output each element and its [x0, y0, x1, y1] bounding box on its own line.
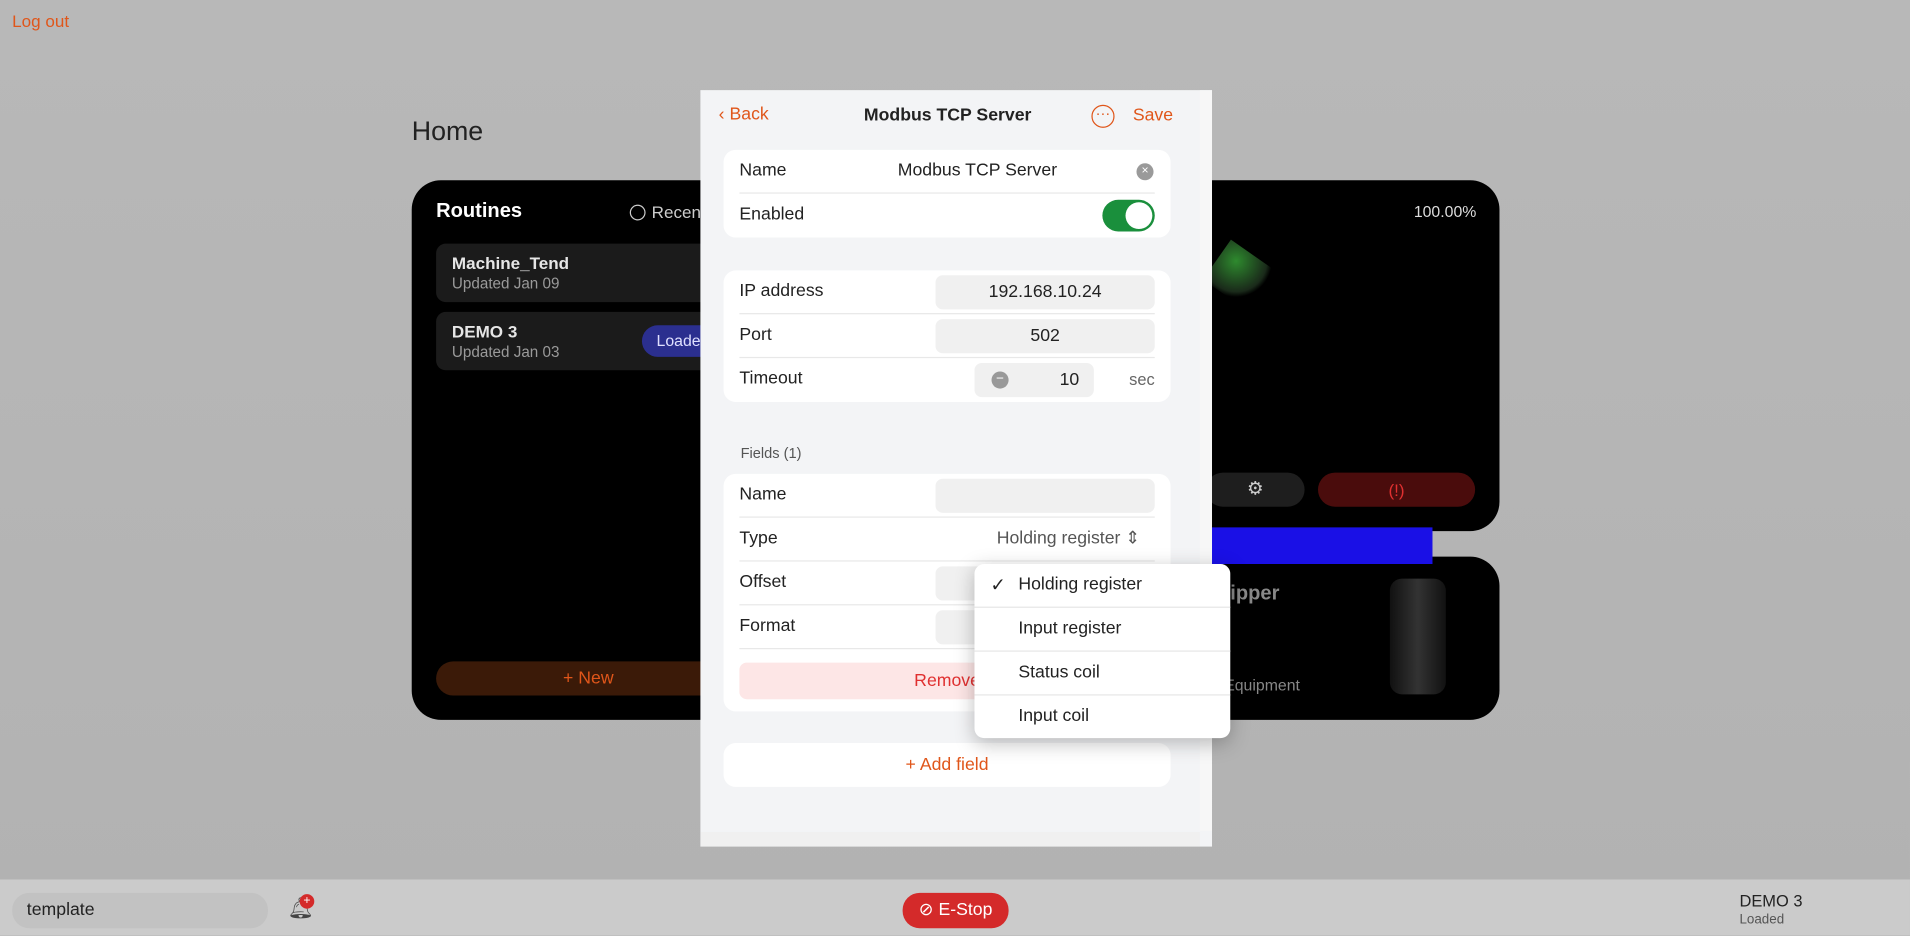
panel-title: Modbus TCP Server [863, 105, 1032, 126]
gripper-image [1389, 578, 1446, 695]
filter-icon [629, 204, 646, 221]
more-icon[interactable]: ··· [1091, 104, 1115, 128]
stop-icon: ⊘ [918, 900, 939, 920]
connection-group: IP address 192.168.10.24 Port 502 Timeout … [723, 270, 1171, 402]
check-icon: ✓ [990, 574, 1006, 596]
type-select[interactable]: Holding register ⇕ [997, 529, 1140, 548]
estop-button[interactable]: ⊘ E-Stop [902, 892, 1009, 929]
horizontal-scrollbar[interactable] [700, 831, 1200, 847]
timeout-unit: sec [1129, 370, 1155, 389]
plus-icon: + [563, 668, 579, 689]
enabled-toggle[interactable] [1102, 199, 1155, 232]
minus-icon[interactable]: − [991, 371, 1009, 389]
speed-percent: 100.00% [1413, 202, 1477, 221]
gear-icon: ⚙ [1247, 478, 1264, 500]
robot-image [1202, 239, 1276, 311]
field-name-input[interactable] [935, 478, 1155, 513]
loaded-routine-status: Loaded [1739, 912, 1785, 927]
gripper-title: ipper [1230, 582, 1280, 605]
plus-icon: + [905, 755, 920, 775]
notification-badge: + [299, 894, 315, 909]
alert-icon: (!) [1388, 479, 1405, 500]
type-dropdown: ✓ Holding register Input register Status … [974, 563, 1231, 740]
logout-link[interactable]: Log out [12, 11, 69, 30]
clear-icon[interactable]: × [1136, 163, 1154, 181]
save-button[interactable]: Save [1133, 106, 1173, 125]
page-title: Home [411, 115, 484, 147]
port-input[interactable]: 502 [935, 319, 1155, 354]
loaded-routine-name: DEMO 3 [1739, 891, 1803, 910]
add-field-button[interactable]: + Add field [723, 743, 1171, 787]
sort-button[interactable]: Recen [629, 202, 701, 222]
option-status-coil[interactable]: Status coil [974, 652, 1231, 696]
brake-button[interactable]: (!) [1317, 472, 1476, 507]
gripper-subtitle: Equipment [1224, 676, 1300, 695]
chevron-updown-icon: ⇕ [1125, 528, 1141, 549]
routines-title: Routines [436, 199, 523, 222]
ip-address-input[interactable]: 192.168.10.24 [935, 275, 1155, 310]
name-input[interactable]: Modbus TCP Server [898, 161, 1057, 180]
routine-item[interactable]: DEMO 3 Updated Jan 03 Loaded [436, 311, 741, 371]
new-routine-button[interactable]: + New [436, 661, 741, 696]
option-input-coil[interactable]: Input coil [974, 696, 1230, 740]
option-holding-register[interactable]: ✓ Holding register [974, 564, 1231, 608]
fields-header: Fields (1) [740, 444, 802, 462]
general-group: Name Modbus TCP Server × Enabled [723, 149, 1171, 238]
option-input-register[interactable]: Input register [974, 608, 1231, 652]
routine-item[interactable]: Machine_Tend Updated Jan 09 [436, 243, 741, 303]
search-input[interactable]: template [12, 892, 268, 929]
bottom-bar: template 🔔︎ + ⊘ E-Stop DEMO 3 Loaded [0, 879, 1910, 936]
settings-button[interactable]: ⚙ [1205, 472, 1305, 507]
